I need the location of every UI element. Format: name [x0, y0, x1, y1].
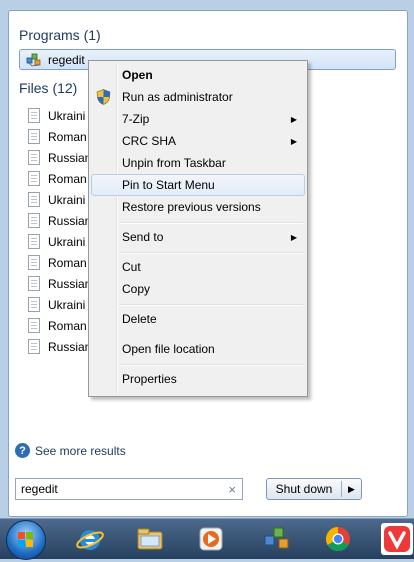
menu-item-crc-sha[interactable]: CRC SHA ▶ — [91, 130, 305, 152]
file-name: Roman — [48, 255, 87, 270]
menu-separator — [119, 304, 303, 306]
file-name: Ukraini — [48, 234, 86, 249]
menu-item-label: Cut — [122, 260, 141, 274]
file-name: Russian — [48, 150, 92, 165]
menu-item-properties[interactable]: Properties — [91, 368, 305, 390]
menu-item-restore-previous-versions[interactable]: Restore previous versions — [91, 196, 305, 218]
file-list: Ukraini Roman Russian Roman Ukraini Russ… — [19, 105, 99, 357]
list-item[interactable]: Ukraini — [19, 294, 99, 315]
menu-item-label: Copy — [122, 282, 151, 296]
menu-item-pin-to-start-menu[interactable]: Pin to Start Menu — [91, 174, 305, 196]
regedit-icon — [26, 53, 41, 67]
submenu-arrow-icon: ▶ — [290, 136, 297, 146]
menu-separator — [119, 364, 303, 366]
list-item[interactable]: Ukraini — [19, 189, 99, 210]
menu-item-cut[interactable]: Cut — [91, 256, 305, 278]
menu-item-label: Pin to Start Menu — [122, 178, 215, 192]
file-explorer-icon[interactable] — [134, 523, 166, 555]
list-item[interactable]: Roman — [19, 126, 99, 147]
list-item[interactable]: Ukraini — [19, 231, 99, 252]
menu-item-copy[interactable]: Copy — [91, 278, 305, 300]
see-more-results-link[interactable]: ? See more results — [15, 443, 126, 458]
file-name: Roman — [48, 129, 87, 144]
internet-explorer-icon[interactable] — [74, 523, 106, 555]
menu-item-7zip[interactable]: 7-Zip ▶ — [91, 108, 305, 130]
menu-item-label: 7-Zip — [122, 112, 150, 126]
file-name: Russian — [48, 339, 92, 354]
document-icon — [28, 255, 40, 270]
file-name: Russian — [48, 276, 92, 291]
menu-item-label: Open — [122, 68, 153, 82]
context-menu: Open Run as administrator 7-Zip ▶ CRC SH… — [88, 60, 308, 397]
menu-item-label: Restore previous versions — [122, 200, 261, 214]
file-name: Russian — [48, 213, 92, 228]
document-icon — [28, 171, 40, 186]
program-item-label: regedit — [48, 52, 85, 67]
menu-item-label: Open file location — [122, 342, 215, 356]
shutdown-button[interactable]: Shut down ▶ — [266, 478, 362, 500]
shutdown-options-arrow-icon[interactable]: ▶ — [342, 484, 361, 495]
list-item[interactable]: Russian — [19, 273, 99, 294]
submenu-arrow-icon: ▶ — [290, 114, 297, 124]
chrome-icon[interactable] — [322, 523, 354, 555]
taskbar — [0, 518, 414, 560]
windows-logo-icon — [18, 532, 33, 547]
windows-orb-icon[interactable] — [6, 520, 46, 560]
menu-item-run-as-administrator[interactable]: Run as administrator — [91, 86, 305, 108]
vivaldi-icon[interactable] — [381, 523, 413, 555]
list-item[interactable]: Russian — [19, 210, 99, 231]
file-name: Ukraini — [48, 297, 86, 312]
programs-header: Programs (1) — [19, 27, 101, 43]
media-player-icon[interactable] — [195, 523, 227, 555]
menu-item-unpin-from-taskbar[interactable]: Unpin from Taskbar — [91, 152, 305, 174]
file-name: Roman — [48, 318, 87, 333]
file-name: Ukraini — [48, 192, 86, 207]
menu-item-send-to[interactable]: Send to ▶ — [91, 226, 305, 248]
list-item[interactable]: Roman — [19, 252, 99, 273]
menu-item-delete[interactable]: Delete — [91, 308, 305, 330]
document-icon — [28, 213, 40, 228]
file-name: Roman — [48, 171, 87, 186]
document-icon — [28, 234, 40, 249]
files-header: Files (12) — [19, 80, 78, 96]
shutdown-label: Shut down — [275, 482, 333, 496]
menu-separator — [119, 222, 303, 224]
document-icon — [28, 339, 40, 354]
menu-item-label: Delete — [122, 312, 157, 326]
menu-item-label: Unpin from Taskbar — [122, 156, 226, 170]
menu-item-label: CRC SHA — [122, 134, 177, 148]
menu-item-label: Properties — [122, 372, 177, 386]
document-icon — [28, 276, 40, 291]
uac-shield-icon — [96, 89, 111, 105]
help-icon: ? — [15, 443, 30, 458]
menu-item-label: Run as administrator — [122, 90, 233, 104]
submenu-arrow-icon: ▶ — [290, 232, 297, 242]
regedit-icon[interactable] — [261, 523, 293, 555]
search-input[interactable]: regedit × — [15, 478, 243, 500]
list-item[interactable]: Russian — [19, 336, 99, 357]
document-icon — [28, 150, 40, 165]
clear-icon[interactable]: × — [228, 482, 236, 497]
list-item[interactable]: Russian — [19, 147, 99, 168]
menu-item-open[interactable]: Open — [91, 64, 305, 86]
see-more-label: See more results — [35, 443, 126, 458]
menu-separator — [119, 252, 303, 254]
list-item[interactable]: Ukraini — [19, 105, 99, 126]
document-icon — [28, 297, 40, 312]
search-input-value: regedit — [21, 482, 58, 496]
file-name: Ukraini — [48, 108, 86, 123]
list-item[interactable]: Roman — [19, 168, 99, 189]
document-icon — [28, 318, 40, 333]
list-item[interactable]: Roman — [19, 315, 99, 336]
document-icon — [28, 108, 40, 123]
document-icon — [28, 129, 40, 144]
document-icon — [28, 192, 40, 207]
menu-item-label: Send to — [122, 230, 164, 244]
menu-item-open-file-location[interactable]: Open file location — [91, 338, 305, 360]
